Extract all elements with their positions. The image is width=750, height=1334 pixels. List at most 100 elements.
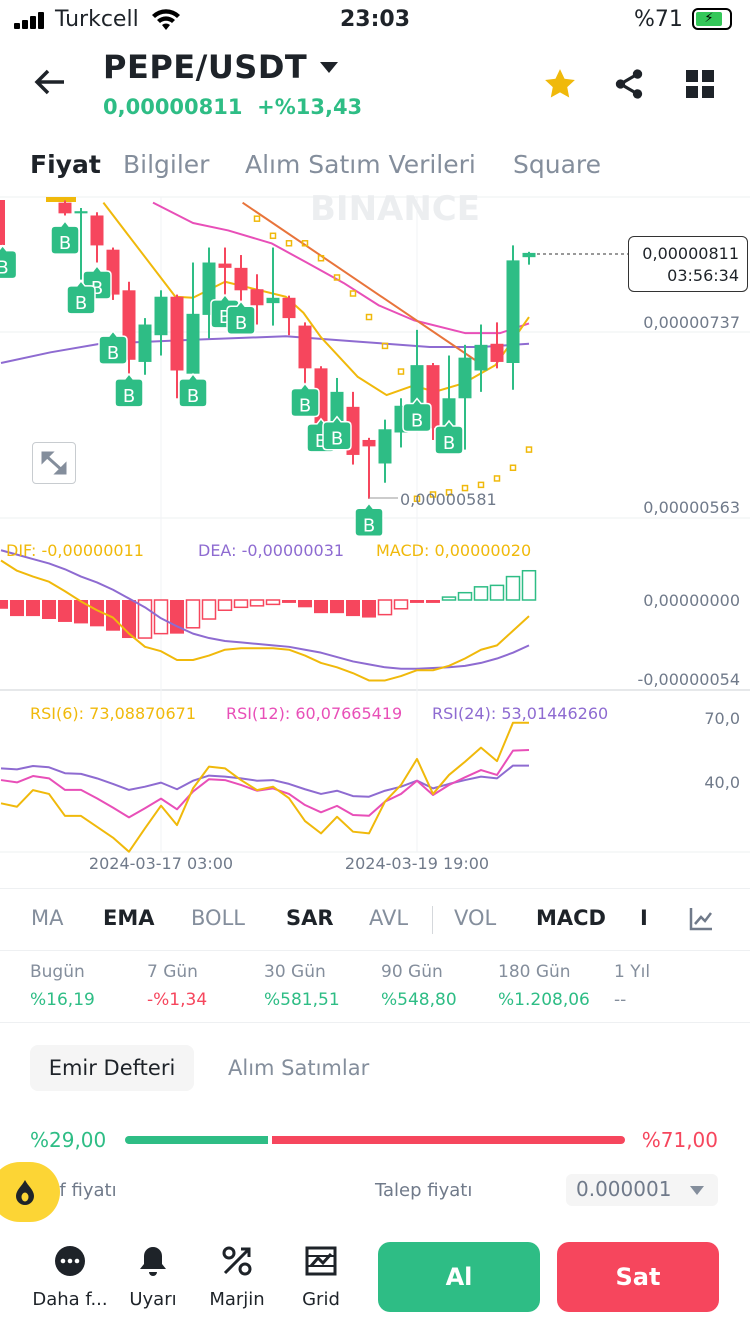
macd-bar [314,600,328,614]
macd-bar [330,600,344,614]
buy-marker: B [98,329,128,365]
carrier: Turkcell [55,7,139,32]
battery-percent: %71 [634,7,683,32]
candle-body [90,215,104,246]
quick-action-fab[interactable] [0,1162,60,1222]
tab-square[interactable]: Square [513,150,601,179]
back-arrow-icon[interactable] [34,68,66,96]
buy-marker-label: B [363,515,375,536]
buy-marker-label: B [0,258,9,279]
sar-dot [509,464,517,472]
nav-more[interactable]: Daha f... [30,1245,110,1310]
buy-marker-label: B [59,233,71,254]
indicator-avl[interactable]: AVL [369,906,408,930]
buy-button[interactable]: Al [378,1242,540,1312]
candle [0,200,5,245]
tab-order-book[interactable]: Emir Defteri [30,1045,194,1091]
stat-label: 90 Gün [381,962,443,982]
share-icon[interactable] [612,67,646,101]
macd-bar [441,596,457,601]
sar-dot [285,240,293,247]
indicator-sar[interactable]: SAR [286,906,334,930]
tab-trades[interactable]: Alım Satımlar [228,1056,369,1080]
sar-dot [493,475,501,482]
nav-label: Uyarı [129,1289,177,1310]
indicator-ma[interactable]: MA [31,906,63,930]
favorite-star-icon[interactable] [543,67,577,101]
kline-chart[interactable]: BINANCE BBBBBB BB BBB BBBB 0,00000581 DIF: … [0,190,750,870]
buy-marker-label: B [331,429,343,450]
buy-marker: B [50,219,80,255]
tab-info[interactable]: Bilgiler [123,150,209,179]
buy-marker: B [66,279,96,315]
sell-percentage: %71,00 [641,1128,718,1152]
indicator-ema[interactable]: EMA [103,906,155,930]
indicator-settings-icon[interactable] [688,906,714,932]
candle [90,212,104,263]
macd-bar [42,600,56,620]
nav-grid[interactable]: Grid [281,1245,361,1310]
battery-icon: ⚡ [692,8,732,30]
pair-dropdown-icon[interactable] [320,62,338,73]
candle [282,295,296,336]
macd-bar [217,599,233,611]
candle [298,322,312,392]
sar-dot [525,446,533,453]
nav-margin[interactable]: Marjin [197,1245,277,1310]
buy-marker-label: B [299,396,311,417]
divider [432,906,433,934]
bell-icon [140,1247,166,1276]
macd-bar [346,600,360,617]
divider [0,1022,750,1023]
sar-dot [349,290,357,297]
price-change: +%13,43 [257,95,363,119]
macd-bar [362,600,376,618]
sell-ratio-fill [272,1136,625,1144]
fullscreen-button[interactable] [32,442,76,484]
grid-bot-icon [305,1246,337,1276]
candle-body [282,297,296,319]
indicator-macd[interactable]: MACD [536,906,606,930]
macd-bar [153,599,169,635]
macd-bar [426,600,440,603]
buy-marker: B [290,382,320,418]
precision-value: 0.000001 [576,1177,672,1201]
precision-select[interactable]: 0.000001 [566,1174,718,1206]
macd-bar [58,600,72,622]
indicator-more[interactable]: I [640,906,648,930]
buy-marker: B [322,415,352,451]
stat-label: Bugün [30,962,85,982]
last-price-value: 0,00000811 [642,244,739,263]
candle [138,318,152,375]
buy-percentage: %29,00 [30,1128,107,1152]
nav-alerts[interactable]: Uyarı [113,1245,193,1310]
candle-body [154,296,168,336]
sar-dot [269,232,277,240]
sar-dot [397,368,405,375]
sar-dot [477,481,485,489]
candle-body [234,267,248,291]
candle [154,290,168,356]
candle-body [74,211,88,214]
buy-marker-label: B [411,411,423,432]
layout-grid-icon[interactable] [686,70,714,98]
indicator-vol[interactable]: VOL [454,906,496,930]
dif-legend: DIF: -0,00000011 [6,541,144,560]
stat-value: %1.208,06 [498,990,590,1010]
candle [266,247,280,326]
macd-bar [377,599,393,616]
pair-title[interactable]: PEPE/USDT [103,48,307,86]
tab-trading-data[interactable]: Alım Satım Verileri [245,150,476,179]
rsi24-line [0,764,529,798]
sell-button[interactable]: Sat [557,1242,719,1312]
candle [378,419,392,483]
candle [474,324,488,392]
status-bar: Turkcell 23:03 %71 ⚡ [0,0,750,40]
price-axis-label: 0,00000563 [643,498,740,517]
candle [362,437,376,499]
indicator-boll[interactable]: BOLL [191,906,245,930]
candle-body [490,343,504,362]
sar-dot [253,215,261,222]
sar-dot [365,313,373,321]
tab-price[interactable]: Fiyat [30,150,101,179]
